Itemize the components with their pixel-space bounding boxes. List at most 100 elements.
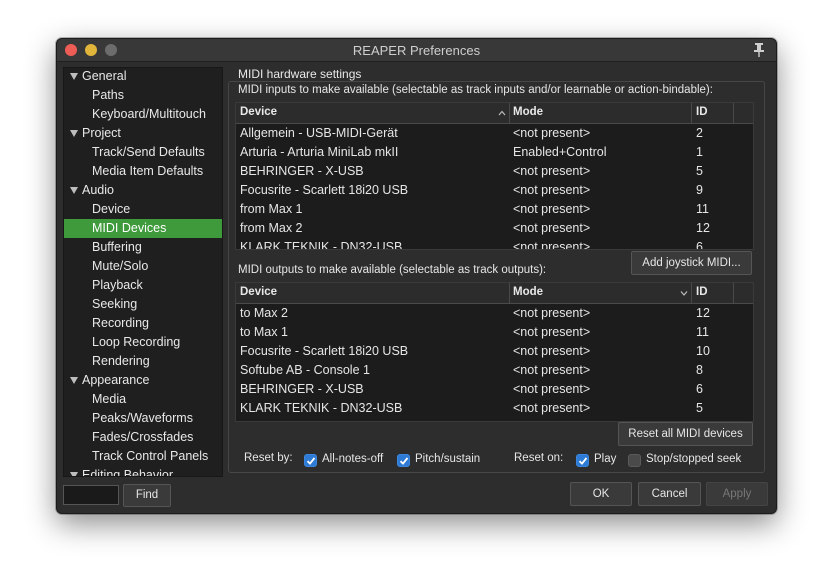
tree-item-label: Playback	[92, 278, 143, 292]
tree-item-label: Loop Recording	[92, 335, 181, 349]
expand-arrow-icon[interactable]	[70, 472, 78, 476]
pitch-sustain-label[interactable]: Pitch/sustain	[415, 453, 480, 465]
device-column-header[interactable]: Device	[240, 286, 277, 298]
device-cell: KLARK TEKNIK - DN32-USB	[240, 240, 403, 250]
sort-descending-icon[interactable]	[680, 290, 688, 296]
table-row[interactable]: KLARK TEKNIK - DN32-USB <not present> 6	[236, 238, 753, 250]
play-label[interactable]: Play	[594, 453, 616, 465]
tree-item-label: Audio	[82, 183, 114, 197]
tree-item[interactable]: Seeking	[64, 295, 222, 314]
tree-item-label: Media Item Defaults	[92, 164, 204, 178]
sort-ascending-icon[interactable]	[498, 110, 506, 116]
device-cell: Focusrite - Scarlett 18i20 USB	[240, 183, 409, 197]
device-cell: from Max 2	[240, 221, 303, 235]
id-column-header[interactable]: ID	[696, 106, 708, 118]
mode-column-header[interactable]: Mode	[513, 106, 543, 118]
mode-column-header[interactable]: Mode	[513, 286, 543, 298]
table-row[interactable]: BEHRINGER - X-USB <not present> 5	[236, 162, 753, 181]
id-column-header[interactable]: ID	[696, 286, 708, 298]
mode-cell: <not present>	[513, 202, 591, 216]
table-row[interactable]: from Max 2 <not present> 12	[236, 219, 753, 238]
tree-item[interactable]: Fades/Crossfades	[64, 428, 222, 447]
column-divider[interactable]	[509, 283, 510, 303]
table-row[interactable]: Focusrite - Scarlett 18i20 USB <not prese…	[236, 181, 753, 200]
table-row[interactable]: Allgemein - USB-MIDI-Gerät <not present> 2	[236, 124, 753, 143]
checkmark-icon	[578, 457, 588, 465]
midi-outputs-table[interactable]: Device Mode ID to Max 2 <not present> 12 to…	[235, 282, 754, 422]
apply-button[interactable]: Apply	[706, 482, 768, 506]
tree-item-label: Rendering	[92, 354, 150, 368]
cancel-button[interactable]: Cancel	[638, 482, 701, 506]
window-title: REAPER Preferences	[352, 43, 481, 58]
id-cell: 2	[696, 126, 703, 140]
tree-category[interactable]: Project	[64, 124, 222, 143]
pin-icon[interactable]	[752, 42, 766, 58]
tree-item[interactable]: Rendering	[64, 352, 222, 371]
table-row[interactable]: KLARK TEKNIK - DN32-USB <not present> 5	[236, 399, 753, 418]
tree-item-label: Editing Behavior	[82, 468, 174, 477]
column-divider[interactable]	[509, 103, 510, 123]
tree-item[interactable]: Media Item Defaults	[64, 162, 222, 181]
title-bar[interactable]: REAPER Preferences	[57, 39, 776, 62]
table-row[interactable]: Arturia - Arturia MiniLab mkII Enabled+Co…	[236, 143, 753, 162]
mode-cell: <not present>	[513, 363, 591, 377]
tree-item-label: Track/Send Defaults	[92, 145, 205, 159]
tree-item[interactable]: Track Control Panels	[64, 447, 222, 466]
column-divider[interactable]	[733, 283, 734, 303]
expand-arrow-icon[interactable]	[70, 130, 78, 138]
tree-item[interactable]: Peaks/Waveforms	[64, 409, 222, 428]
preferences-tree[interactable]: General Paths Keyboard/Multitouch Project Tr…	[63, 67, 223, 477]
tree-item-label: Paths	[92, 88, 124, 102]
table-row[interactable]: Focusrite - Scarlett 18i20 USB <not prese…	[236, 342, 753, 361]
expand-arrow-icon[interactable]	[70, 377, 78, 385]
tree-item[interactable]: Track/Send Defaults	[64, 143, 222, 162]
stop-stopped-seek-label[interactable]: Stop/stopped seek	[646, 453, 741, 465]
section-title: MIDI hardware settings	[238, 67, 362, 81]
table-row[interactable]: from Max 1 <not present> 11	[236, 200, 753, 219]
device-column-header[interactable]: Device	[240, 106, 277, 118]
id-cell: 6	[696, 240, 703, 250]
reset-all-midi-devices-button[interactable]: Reset all MIDI devices	[618, 422, 753, 446]
tree-item[interactable]: Buffering	[64, 238, 222, 257]
id-cell: 5	[696, 164, 703, 178]
column-divider[interactable]	[691, 283, 692, 303]
tree-category[interactable]: Editing Behavior	[64, 466, 222, 477]
tree-item[interactable]: Recording	[64, 314, 222, 333]
tree-item[interactable]: MIDI Devices	[64, 219, 222, 238]
column-divider[interactable]	[691, 103, 692, 123]
mode-cell: <not present>	[513, 344, 591, 358]
stop-stopped-seek-checkbox[interactable]	[628, 454, 641, 467]
play-checkbox[interactable]	[576, 454, 589, 467]
table-row[interactable]: BEHRINGER - X-USB <not present> 6	[236, 380, 753, 399]
expand-arrow-icon[interactable]	[70, 73, 78, 81]
mode-cell: <not present>	[513, 164, 591, 178]
tree-item[interactable]: Device	[64, 200, 222, 219]
tree-item[interactable]: Paths	[64, 86, 222, 105]
id-cell: 6	[696, 382, 703, 396]
tree-item[interactable]: Playback	[64, 276, 222, 295]
all-notes-off-checkbox[interactable]	[304, 454, 317, 467]
midi-inputs-table[interactable]: Device Mode ID Allgemein - USB-MIDI-Gerä…	[235, 102, 754, 250]
tree-item[interactable]: Loop Recording	[64, 333, 222, 352]
id-cell: 11	[696, 325, 709, 339]
mode-cell: Enabled+Control	[513, 145, 607, 159]
expand-arrow-icon[interactable]	[70, 187, 78, 195]
table-row[interactable]: to Max 2 <not present> 12	[236, 304, 753, 323]
tree-item[interactable]: Media	[64, 390, 222, 409]
tree-category[interactable]: Audio	[64, 181, 222, 200]
table-row[interactable]: Softube AB - Console 1 <not present> 8	[236, 361, 753, 380]
tree-category[interactable]: General	[64, 68, 222, 86]
tree-category[interactable]: Appearance	[64, 371, 222, 390]
all-notes-off-label[interactable]: All-notes-off	[322, 453, 383, 465]
ok-button[interactable]: OK	[570, 482, 632, 506]
find-input[interactable]	[63, 485, 119, 505]
tree-item[interactable]: Keyboard/Multitouch	[64, 105, 222, 124]
table-row[interactable]: to Max 1 <not present> 11	[236, 323, 753, 342]
column-divider[interactable]	[733, 103, 734, 123]
add-joystick-midi-button[interactable]: Add joystick MIDI...	[631, 251, 752, 275]
tree-item-label: Appearance	[82, 373, 150, 387]
tree-item-label: General	[82, 69, 127, 83]
pitch-sustain-checkbox[interactable]	[397, 454, 410, 467]
find-button[interactable]: Find	[123, 484, 171, 507]
tree-item[interactable]: Mute/Solo	[64, 257, 222, 276]
